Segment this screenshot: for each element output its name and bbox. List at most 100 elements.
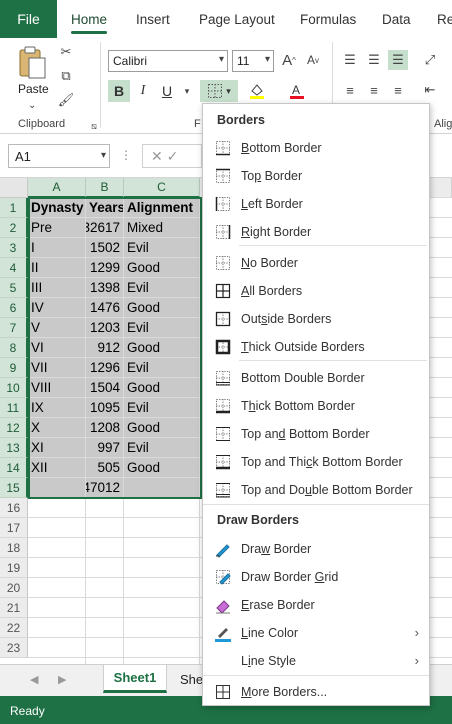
- bottom-border-item[interactable]: Bottom Border: [203, 134, 429, 162]
- font-color-button[interactable]: A: [286, 80, 308, 102]
- bold-button[interactable]: B: [108, 80, 130, 102]
- row-header[interactable]: 22: [0, 618, 28, 638]
- table-cell[interactable]: V: [28, 318, 85, 337]
- top-thick-bottom-border-item[interactable]: Top and Thick Bottom Border: [203, 448, 429, 476]
- no-border-item[interactable]: No Border: [203, 249, 429, 277]
- align-right-icon[interactable]: ≡: [388, 80, 408, 100]
- cancel-button[interactable]: ✕ ✓: [142, 144, 202, 168]
- table-cell[interactable]: [28, 478, 85, 497]
- table-cell[interactable]: Good: [124, 258, 199, 277]
- row-header[interactable]: 11: [0, 398, 28, 418]
- table-cell[interactable]: Mixed: [124, 218, 199, 237]
- table-cell[interactable]: 1299: [86, 258, 123, 277]
- increase-font-icon[interactable]: A ^: [279, 50, 299, 70]
- tab-file[interactable]: File: [0, 0, 57, 38]
- row-header[interactable]: 2: [0, 218, 28, 238]
- next-sheet-icon[interactable]: ▶: [58, 673, 66, 686]
- top-double-bottom-border-item[interactable]: Top and Double Bottom Border: [203, 476, 429, 504]
- align-middle-icon[interactable]: ☰: [364, 50, 384, 70]
- copy-icon[interactable]: ⧉: [56, 66, 76, 86]
- table-cell[interactable]: 1095: [86, 398, 123, 417]
- tab-home[interactable]: Home: [71, 0, 108, 38]
- row-header[interactable]: 17: [0, 518, 28, 538]
- table-cell[interactable]: VIII: [28, 378, 85, 397]
- row-header[interactable]: 12: [0, 418, 28, 438]
- cut-icon[interactable]: ✂: [56, 42, 76, 62]
- tab-formulas[interactable]: Formulas: [300, 0, 356, 38]
- bottom-double-border-item[interactable]: Bottom Double Border: [203, 364, 429, 392]
- borders-button[interactable]: ▾: [200, 80, 238, 102]
- row-header[interactable]: 10: [0, 378, 28, 398]
- row-header[interactable]: 13: [0, 438, 28, 458]
- outside-borders-item[interactable]: Outside Borders: [203, 305, 429, 333]
- table-cell[interactable]: VII: [28, 358, 85, 377]
- dialog-launcher-icon[interactable]: ⧅: [84, 116, 104, 136]
- table-cell[interactable]: Evil: [124, 398, 199, 417]
- header-cell[interactable]: Alignment: [124, 198, 199, 217]
- row-header[interactable]: 6: [0, 298, 28, 318]
- table-cell[interactable]: 32617: [86, 218, 123, 237]
- table-cell[interactable]: Good: [124, 378, 199, 397]
- table-cell[interactable]: X: [28, 418, 85, 437]
- table-cell[interactable]: Good: [124, 458, 199, 477]
- table-cell[interactable]: Evil: [124, 358, 199, 377]
- table-cell[interactable]: XII: [28, 458, 85, 477]
- table-cell[interactable]: 1296: [86, 358, 123, 377]
- more-borders-item[interactable]: More Borders...: [203, 678, 429, 706]
- table-cell[interactable]: Pre: [28, 218, 85, 237]
- table-cell[interactable]: Good: [124, 338, 199, 357]
- row-header[interactable]: 15: [0, 478, 28, 498]
- format-painter-icon[interactable]: 🖌: [56, 90, 76, 110]
- chevron-down-icon[interactable]: ▾: [177, 81, 197, 101]
- draw-border-grid-item[interactable]: Draw Border Grid: [203, 563, 429, 591]
- table-cell[interactable]: Evil: [124, 278, 199, 297]
- table-cell[interactable]: Evil: [124, 438, 199, 457]
- column-header-b[interactable]: B: [86, 178, 124, 198]
- table-cell[interactable]: 1398: [86, 278, 123, 297]
- table-cell[interactable]: I: [28, 238, 85, 257]
- row-header[interactable]: 5: [0, 278, 28, 298]
- thick-bottom-border-item[interactable]: Thick Bottom Border: [203, 392, 429, 420]
- table-cell[interactable]: Good: [124, 298, 199, 317]
- table-cell[interactable]: 1203: [86, 318, 123, 337]
- tab-page-layout[interactable]: Page Layout: [199, 0, 275, 38]
- align-center-icon[interactable]: ≡: [364, 80, 384, 100]
- table-cell[interactable]: VI: [28, 338, 85, 357]
- sheet-tab-sheet1[interactable]: Sheet1: [103, 665, 167, 693]
- underline-button[interactable]: U: [156, 80, 178, 102]
- row-header[interactable]: 21: [0, 598, 28, 618]
- orientation-icon[interactable]: ⤢: [420, 50, 440, 70]
- decrease-font-icon[interactable]: Av: [303, 50, 323, 70]
- tab-insert[interactable]: Insert: [136, 0, 170, 38]
- italic-button[interactable]: I: [132, 80, 154, 102]
- row-header[interactable]: 1: [0, 198, 28, 218]
- row-header[interactable]: 18: [0, 538, 28, 558]
- thick-outside-borders-item[interactable]: Thick Outside Borders: [203, 333, 429, 361]
- top-border-item[interactable]: Top Border: [203, 162, 429, 190]
- table-cell[interactable]: 997: [86, 438, 123, 457]
- fill-color-button[interactable]: [246, 80, 268, 102]
- header-cell[interactable]: Dynasty: [28, 198, 85, 217]
- row-header[interactable]: 16: [0, 498, 28, 518]
- tab-data[interactable]: Data: [382, 0, 411, 38]
- top-bottom-border-item[interactable]: Top and Bottom Border: [203, 420, 429, 448]
- align-left-icon[interactable]: ≡: [340, 80, 360, 100]
- row-header[interactable]: 23: [0, 638, 28, 658]
- table-cell[interactable]: III: [28, 278, 85, 297]
- row-header[interactable]: 20: [0, 578, 28, 598]
- row-header[interactable]: 9: [0, 358, 28, 378]
- right-border-item[interactable]: Right Border: [203, 218, 429, 246]
- table-cell[interactable]: 47012: [86, 478, 123, 497]
- column-header-a[interactable]: A: [28, 178, 86, 198]
- font-size-field[interactable]: 11 ▾: [232, 50, 274, 72]
- align-bottom-icon[interactable]: ☰: [388, 50, 408, 70]
- line-style-item[interactable]: Line Style ›: [203, 647, 429, 675]
- table-cell[interactable]: 1476: [86, 298, 123, 317]
- prev-sheet-icon[interactable]: ◀: [30, 673, 38, 686]
- row-header[interactable]: 8: [0, 338, 28, 358]
- table-cell[interactable]: Evil: [124, 318, 199, 337]
- left-border-item[interactable]: Left Border: [203, 190, 429, 218]
- table-cell[interactable]: 912: [86, 338, 123, 357]
- row-header[interactable]: 7: [0, 318, 28, 338]
- indent-icon[interactable]: ⇤: [420, 80, 440, 100]
